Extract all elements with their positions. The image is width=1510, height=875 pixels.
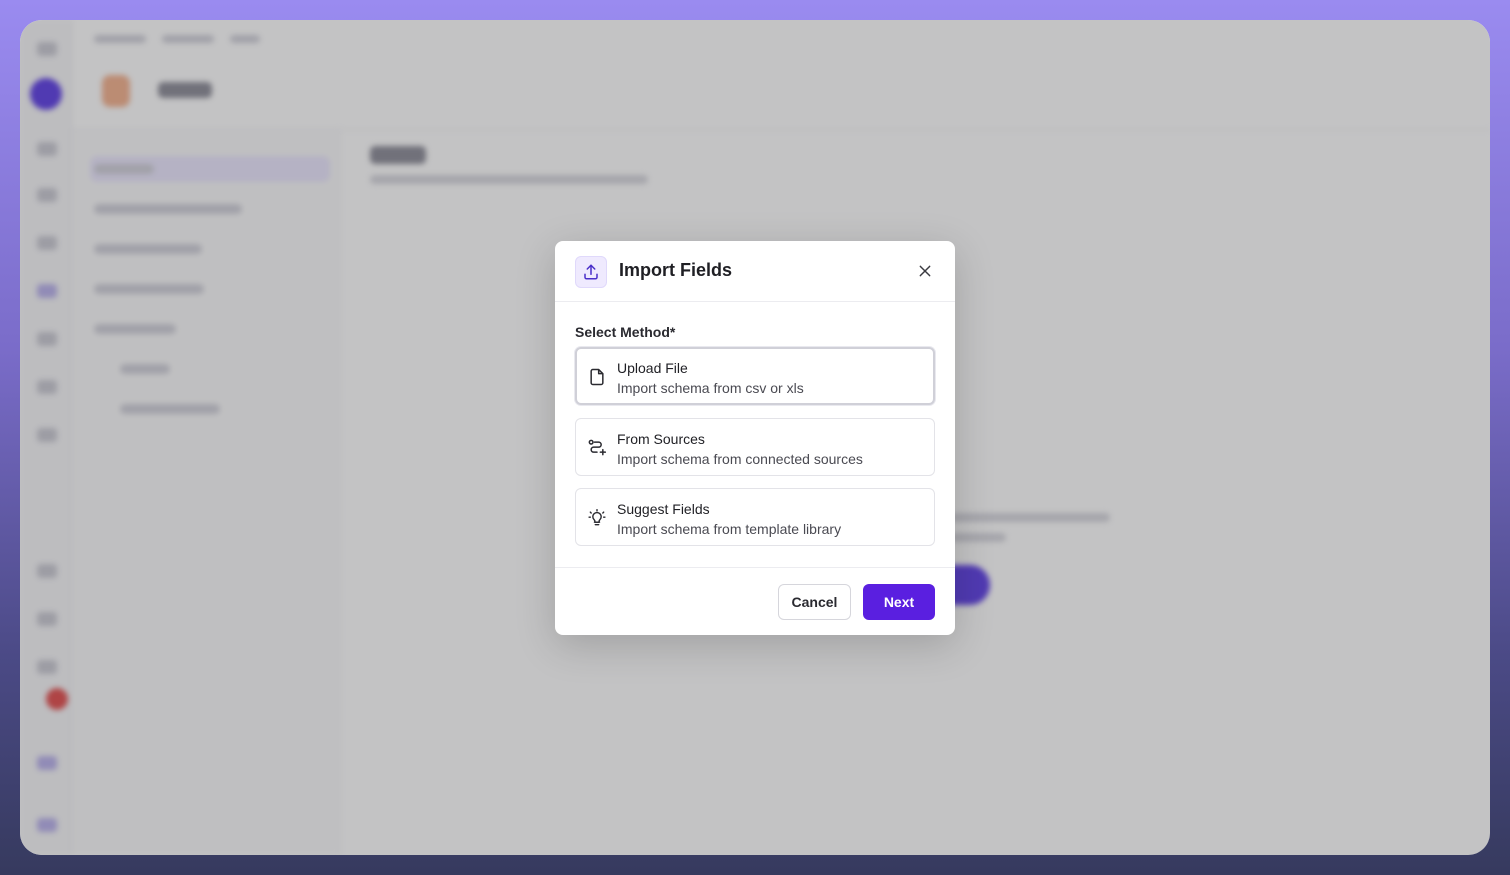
option-suggest-fields[interactable]: Suggest Fields Import schema from templa… bbox=[575, 488, 935, 546]
option-description: Import schema from template library bbox=[617, 521, 842, 537]
next-button[interactable]: Next bbox=[863, 584, 935, 620]
option-description: Import schema from csv or xls bbox=[617, 380, 804, 396]
option-title: From Sources bbox=[617, 431, 705, 447]
cancel-button[interactable]: Cancel bbox=[778, 584, 851, 620]
modal-header: Import Fields bbox=[555, 241, 955, 302]
option-upload-file[interactable]: Upload File Import schema from csv or xl… bbox=[575, 347, 935, 405]
option-description: Import schema from connected sources bbox=[617, 451, 863, 467]
option-from-sources[interactable]: From Sources Import schema from connecte… bbox=[575, 418, 935, 476]
modal-footer: Cancel Next bbox=[555, 567, 955, 635]
route-plus-icon bbox=[586, 437, 608, 459]
option-title: Suggest Fields bbox=[617, 501, 710, 517]
close-icon bbox=[919, 265, 931, 277]
upload-icon bbox=[575, 256, 607, 288]
close-button[interactable] bbox=[913, 259, 937, 283]
modal-title: Import Fields bbox=[619, 260, 733, 280]
lightbulb-icon bbox=[586, 507, 608, 529]
file-icon bbox=[586, 366, 608, 388]
import-fields-modal: Import Fields Select Method* Upload File… bbox=[555, 241, 955, 635]
option-title: Upload File bbox=[617, 360, 688, 376]
select-method-label: Select Method* bbox=[575, 324, 676, 340]
